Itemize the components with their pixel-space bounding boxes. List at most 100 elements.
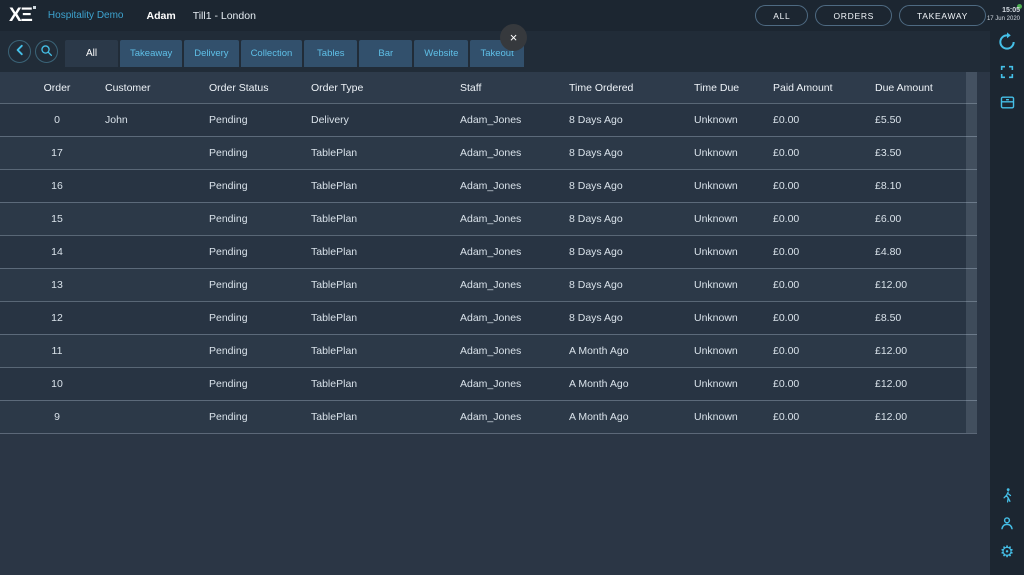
rail-top-icons [990,33,1024,115]
table-cell: Adam_Jones [456,147,565,159]
table-cell: £0.00 [769,378,871,390]
column-header: Paid Amount [769,82,871,94]
table-row[interactable]: 10PendingTablePlanAdam_JonesA Month AgoU… [0,367,977,400]
table-cell: TablePlan [307,378,456,390]
fullscreen-icon [999,64,1015,84]
table-cell: Adam_Jones [456,213,565,225]
table-cell: £12.00 [871,279,977,291]
table-row[interactable]: 9PendingTablePlanAdam_JonesA Month AgoUn… [0,400,977,433]
back-button[interactable] [8,40,31,63]
table-row[interactable]: 15PendingTablePlanAdam_Jones8 Days AgoUn… [0,202,977,235]
refresh-button[interactable] [996,33,1018,55]
table-cell: £0.00 [769,279,871,291]
table-row[interactable]: 13PendingTablePlanAdam_Jones8 Days AgoUn… [0,268,977,301]
right-rail: 15:05 17 Jun 2020 [990,0,1024,575]
table-cell: TablePlan [307,147,456,159]
table-cell: £12.00 [871,411,977,423]
table-cell: £0.00 [769,180,871,192]
refresh-icon [997,32,1017,56]
table-cell: Adam_Jones [456,246,565,258]
table-cell: £12.00 [871,378,977,390]
table-cell: Unknown [690,312,769,324]
clock: 15:05 17 Jun 2020 [987,7,1020,23]
table-cell: 8 Days Ago [565,114,690,126]
table-cell: 12 [0,312,95,324]
filter-tab-delivery[interactable]: Delivery [184,40,238,67]
table-cell: John [95,114,205,126]
table-cell: Unknown [690,246,769,258]
search-button[interactable] [35,40,58,63]
table-cell: A Month Ago [565,345,690,357]
table-cell: Delivery [307,114,456,126]
topbar-button-takeaway[interactable]: TAKEAWAY [899,5,986,26]
table-row[interactable]: 12PendingTablePlanAdam_Jones8 Days AgoUn… [0,301,977,334]
topbar-button-orders[interactable]: ORDERS [815,5,892,26]
column-header: Due Amount [871,82,977,94]
column-header: Order Status [205,82,307,94]
settings-button[interactable]: ⚙ [996,542,1018,564]
table-cell: £0.00 [769,147,871,159]
table-row[interactable]: 11PendingTablePlanAdam_JonesA Month AgoU… [0,334,977,367]
topbar-button-all[interactable]: ALL [755,5,808,26]
table-cell: Adam_Jones [456,114,565,126]
table-cell: 14 [0,246,95,258]
topbar-nav: ALL ORDERS TAKEAWAY [755,5,986,26]
table-cell: TablePlan [307,213,456,225]
cash-drawer-button[interactable] [996,93,1018,115]
table-body: 0JohnPendingDeliveryAdam_Jones8 Days Ago… [0,103,977,434]
clock-time: 15:05 [987,7,1020,15]
user-button[interactable] [996,514,1018,536]
table-cell: 13 [0,279,95,291]
table-row[interactable]: 16PendingTablePlanAdam_Jones8 Days AgoUn… [0,169,977,202]
table-cell: TablePlan [307,180,456,192]
cash-drawer-icon [999,94,1016,115]
table-cell: 8 Days Ago [565,312,690,324]
table-cell: Unknown [690,114,769,126]
table-cell: Pending [205,180,307,192]
back-chevron-icon [14,44,26,59]
table-cell: 8 Days Ago [565,279,690,291]
table-cell: Unknown [690,411,769,423]
table-cell: Unknown [690,345,769,357]
filter-tab-all[interactable]: All [65,40,118,67]
table-cell: £6.00 [871,213,977,225]
table-cell: £8.50 [871,312,977,324]
column-header: Time Ordered [565,82,690,94]
clock-date: 17 Jun 2020 [987,16,1020,23]
table-cell: Pending [205,279,307,291]
filter-tab-collection[interactable]: Collection [241,40,303,67]
till-name: Till1 - London [193,10,256,22]
close-icon: × [510,30,518,45]
table-cell: 16 [0,180,95,192]
filter-tab-tables[interactable]: Tables [304,40,357,67]
fullscreen-button[interactable] [996,63,1018,85]
table-cell: Adam_Jones [456,345,565,357]
table-cell: Pending [205,411,307,423]
filter-tab-takeaway[interactable]: Takeaway [120,40,182,67]
table-cell: TablePlan [307,246,456,258]
column-header: Order Type [307,82,456,94]
filter-tab-website[interactable]: Website [414,40,468,67]
table-row[interactable]: 0JohnPendingDeliveryAdam_Jones8 Days Ago… [0,103,977,136]
walking-person-button[interactable] [996,486,1018,508]
table-cell: 8 Days Ago [565,213,690,225]
table-cell: 15 [0,213,95,225]
search-icon [40,44,53,60]
table-cell: Adam_Jones [456,312,565,324]
brand-logo: XΞ [9,6,32,25]
logged-in-user: Adam [147,10,176,22]
filter-tab-bar[interactable]: Bar [359,40,412,67]
table-row[interactable]: 17PendingTablePlanAdam_Jones8 Days AgoUn… [0,136,977,169]
column-header: Time Due [690,82,769,94]
table-cell: 0 [0,114,95,126]
table-cell: Adam_Jones [456,378,565,390]
table-cell: Unknown [690,147,769,159]
table-cell: Pending [205,345,307,357]
table-cell: £0.00 [769,246,871,258]
table-row[interactable]: 14PendingTablePlanAdam_Jones8 Days AgoUn… [0,235,977,268]
table-scrollbar[interactable] [966,72,977,433]
table-cell: Unknown [690,180,769,192]
close-button[interactable]: × [500,24,527,51]
table-cell: Pending [205,213,307,225]
table-cell: Adam_Jones [456,180,565,192]
